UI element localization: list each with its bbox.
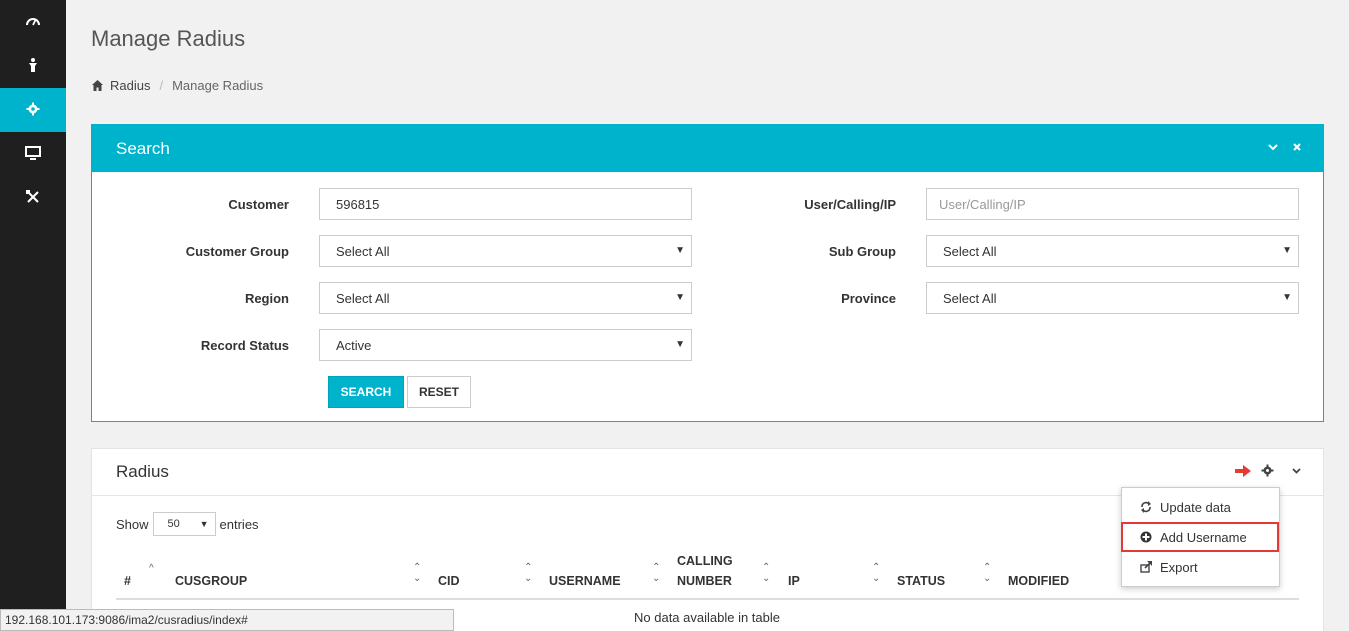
record-status-label: Record Status bbox=[200, 338, 289, 353]
sidebar-item-monitor[interactable] bbox=[0, 132, 66, 176]
sort-icon: ⌃ ⌄ bbox=[872, 562, 881, 584]
browser-status-bar: 192.168.101.173:9086/ima2/cusradius/inde… bbox=[0, 609, 454, 631]
column-header-status[interactable]: STATUS bbox=[897, 571, 945, 591]
dashboard-icon bbox=[25, 13, 41, 32]
highlight-annotation bbox=[1121, 522, 1279, 552]
show-entries-control: Show 50 ▼ entries bbox=[116, 512, 259, 536]
sub-group-select[interactable]: Select All ▼ bbox=[926, 235, 1299, 267]
home-icon[interactable] bbox=[91, 79, 104, 92]
user-icon bbox=[25, 57, 41, 76]
entries-select[interactable]: 50 ▼ bbox=[152, 512, 216, 536]
sort-icon: ⌃ ⌄ bbox=[524, 562, 533, 584]
search-panel-header: Search bbox=[92, 125, 1323, 172]
sidebar-item-dashboard[interactable] bbox=[0, 0, 66, 44]
menu-item-label: Update data bbox=[1160, 499, 1231, 515]
sub-group-value: Select All bbox=[943, 243, 997, 259]
sort-icon: ⌃ ⌄ bbox=[983, 562, 992, 584]
caret-down-icon: ▼ bbox=[1282, 292, 1292, 303]
breadcrumb-separator: / bbox=[159, 78, 164, 93]
column-header-username[interactable]: USERNAME bbox=[549, 571, 621, 591]
region-label: Region bbox=[244, 291, 289, 306]
user-calling-ip-input[interactable]: User/Calling/IP bbox=[926, 188, 1299, 220]
customer-group-label: Customer Group bbox=[185, 244, 289, 259]
breadcrumb: Radius / Manage Radius bbox=[91, 78, 263, 93]
empty-table-message: No data available in table bbox=[634, 610, 780, 625]
entries-value: 50 bbox=[167, 518, 180, 530]
gear-icon bbox=[25, 101, 41, 120]
sort-icon: ⌃ ⌄ bbox=[652, 562, 661, 584]
region-value: Select All bbox=[336, 290, 390, 306]
column-header-cid[interactable]: CID bbox=[438, 571, 460, 591]
record-status-value: Active bbox=[336, 337, 372, 353]
menu-item-export[interactable]: Export bbox=[1122, 553, 1279, 581]
menu-item-update-data[interactable]: Update data bbox=[1122, 493, 1279, 521]
province-value: Select All bbox=[943, 290, 997, 306]
page-title: Manage Radius bbox=[91, 26, 246, 51]
reset-button[interactable]: RESET bbox=[407, 376, 471, 408]
customer-input[interactable]: 596815 bbox=[319, 188, 692, 220]
gear-icon[interactable] bbox=[1261, 464, 1274, 477]
customer-group-select[interactable]: Select All ▼ bbox=[319, 235, 692, 267]
sidebar bbox=[0, 0, 66, 631]
sidebar-item-settings[interactable] bbox=[0, 88, 66, 132]
user-calling-ip-label: User/Calling/IP bbox=[804, 197, 896, 212]
region-select[interactable]: Select All ▼ bbox=[319, 282, 692, 314]
tools-icon bbox=[25, 189, 41, 208]
show-label: Show bbox=[116, 516, 149, 532]
export-icon bbox=[1140, 561, 1152, 573]
search-button[interactable]: SEARCH bbox=[328, 376, 404, 408]
customer-label: Customer bbox=[228, 197, 289, 212]
chevron-down-icon[interactable] bbox=[1290, 464, 1303, 477]
close-icon[interactable] bbox=[1291, 141, 1303, 153]
menu-item-label: Export bbox=[1160, 559, 1198, 575]
province-select[interactable]: Select All ▼ bbox=[926, 282, 1299, 314]
column-header-ip[interactable]: IP bbox=[788, 571, 800, 591]
caret-down-icon: ▼ bbox=[675, 292, 685, 303]
caret-down-icon: ▼ bbox=[675, 339, 685, 350]
sub-group-label: Sub Group bbox=[828, 244, 896, 259]
entries-label: entries bbox=[219, 516, 259, 532]
breadcrumb-home-link[interactable]: Radius bbox=[110, 78, 150, 93]
sort-icon: ⌃ ⌄ bbox=[413, 562, 422, 584]
sort-up-icon: ^ bbox=[149, 563, 154, 574]
caret-down-icon: ▼ bbox=[1282, 245, 1292, 256]
caret-down-icon: ▼ bbox=[675, 245, 685, 256]
column-header-cusgroup[interactable]: CUSGROUP bbox=[175, 571, 247, 591]
chevron-down-icon[interactable] bbox=[1267, 141, 1279, 153]
sidebar-item-tools[interactable] bbox=[0, 176, 66, 220]
record-status-select[interactable]: Active ▼ bbox=[319, 329, 692, 361]
column-header-calling[interactable]: CALLING bbox=[677, 551, 733, 571]
column-header-number-line[interactable]: NUMBER bbox=[677, 571, 732, 591]
sidebar-item-user[interactable] bbox=[0, 44, 66, 88]
sort-icon: ⌃ ⌄ bbox=[762, 562, 771, 584]
radius-panel-title: Radius bbox=[116, 462, 169, 481]
column-header-number[interactable]: # bbox=[124, 571, 131, 591]
search-panel-title: Search bbox=[116, 138, 170, 158]
pointer-arrow-icon bbox=[1235, 464, 1251, 477]
search-panel: Search Customer 596815 User/Calling/IP U… bbox=[91, 124, 1324, 422]
customer-group-value: Select All bbox=[336, 243, 390, 259]
caret-down-icon: ▼ bbox=[199, 519, 209, 529]
refresh-icon bbox=[1141, 501, 1151, 513]
monitor-icon bbox=[25, 145, 41, 164]
column-header-modified[interactable]: MODIFIED bbox=[1008, 571, 1069, 591]
breadcrumb-current: Manage Radius bbox=[172, 78, 264, 93]
table-header-divider bbox=[116, 598, 1299, 600]
province-label: Province bbox=[841, 291, 896, 306]
